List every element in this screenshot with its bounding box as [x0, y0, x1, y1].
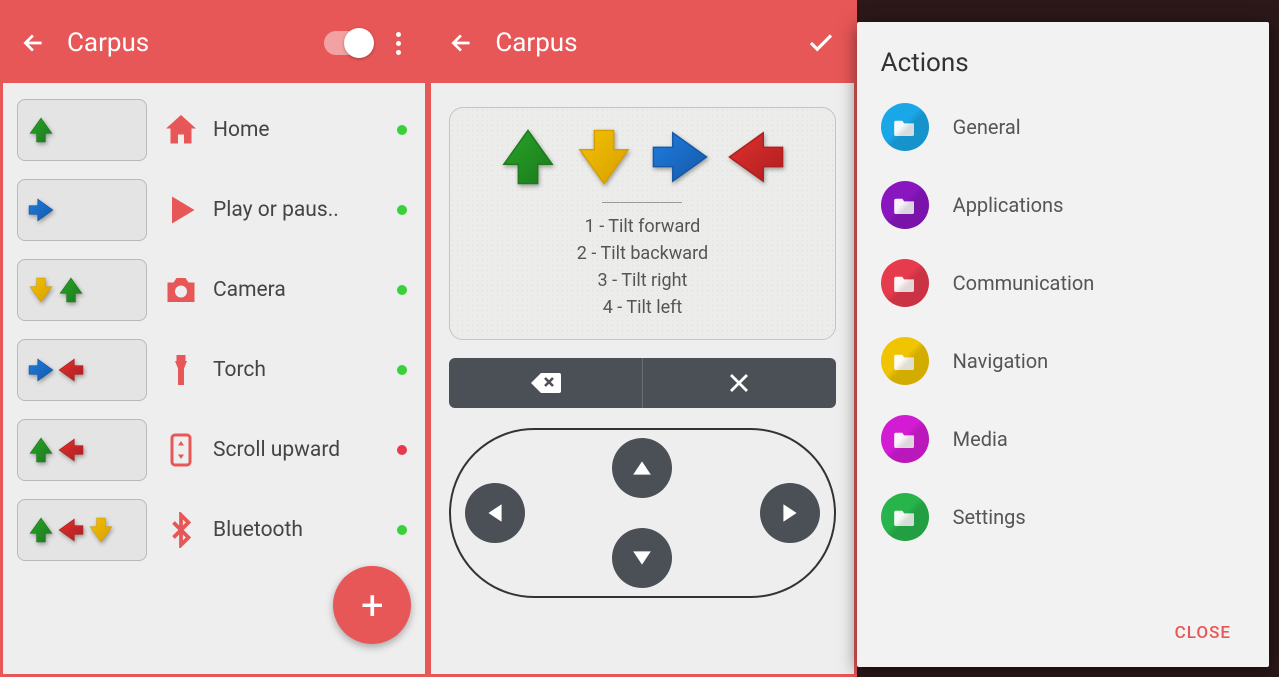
- arrow-green-up-icon: [28, 437, 54, 463]
- dpad-up[interactable]: [612, 438, 672, 498]
- arrow-blue-right-icon: [28, 357, 54, 383]
- preview-arrows: [499, 128, 785, 186]
- arrow-red-left-icon: [58, 437, 84, 463]
- category-label: Navigation: [953, 349, 1049, 373]
- status-dot: [397, 525, 407, 535]
- folder-icon: [881, 415, 929, 463]
- action-label: Home: [213, 118, 397, 142]
- arrow-yellow-down-icon: [88, 517, 114, 543]
- arrow-green-up-icon: [28, 517, 54, 543]
- category-label: Applications: [953, 193, 1064, 217]
- divider: [602, 202, 682, 203]
- bluetooth-icon: [157, 512, 205, 548]
- status-dot: [397, 445, 407, 455]
- category-label: Media: [953, 427, 1008, 451]
- edit-bar: [449, 358, 835, 408]
- recorder-body: 1 - Tilt forward2 - Tilt backward3 - Til…: [431, 83, 853, 674]
- gesture-row[interactable]: Torch: [17, 337, 411, 403]
- folder-icon: [881, 181, 929, 229]
- dpad-down[interactable]: [612, 528, 672, 588]
- arrow-red-left-icon: [58, 357, 84, 383]
- scroll-icon: [157, 432, 205, 468]
- clear-button[interactable]: [643, 358, 836, 408]
- gesture-row[interactable]: Scroll upward: [17, 417, 411, 483]
- status-dot: [397, 205, 407, 215]
- dpad: [449, 428, 835, 598]
- category-settings[interactable]: Settings: [881, 478, 1245, 556]
- confirm-icon[interactable]: [806, 28, 836, 58]
- gesture-box: [17, 419, 147, 481]
- gesture-box: [17, 99, 147, 161]
- gesture-box: [17, 339, 147, 401]
- category-label: Communication: [953, 271, 1095, 295]
- actions-dialog: Actions General Applications Communication…: [857, 22, 1269, 667]
- action-label: Play or paus..: [213, 198, 397, 222]
- gesture-row[interactable]: Bluetooth: [17, 497, 411, 563]
- play-icon: [157, 192, 205, 228]
- categories-list: General Applications Communication Navigati…: [881, 88, 1245, 556]
- gesture-box: [17, 179, 147, 241]
- category-media[interactable]: Media: [881, 400, 1245, 478]
- tilt-instructions: 1 - Tilt forward2 - Tilt backward3 - Til…: [577, 213, 708, 321]
- back-icon[interactable]: [21, 30, 47, 56]
- appbar-1: Carpus: [3, 3, 425, 83]
- backspace-button[interactable]: [449, 358, 643, 408]
- close-button[interactable]: CLOSE: [1161, 613, 1245, 653]
- gesture-row[interactable]: Home: [17, 97, 411, 163]
- dpad-right[interactable]: [760, 483, 820, 543]
- status-dot: [397, 125, 407, 135]
- gesture-box: [17, 499, 147, 561]
- category-general[interactable]: General: [881, 88, 1245, 166]
- folder-icon: [881, 103, 929, 151]
- arrow-red-left-icon: [58, 517, 84, 543]
- back-icon[interactable]: [449, 30, 475, 56]
- arrow-up-icon: [499, 128, 557, 186]
- arrow-green-up-icon: [58, 277, 84, 303]
- action-label: Camera: [213, 278, 397, 302]
- category-label: General: [953, 115, 1021, 139]
- camera-icon: [157, 272, 205, 308]
- category-navigation[interactable]: Navigation: [881, 322, 1245, 400]
- status-dot: [397, 285, 407, 295]
- torch-icon: [157, 352, 205, 388]
- folder-icon: [881, 493, 929, 541]
- arrow-left-icon: [727, 128, 785, 186]
- gesture-row[interactable]: Play or paus..: [17, 177, 411, 243]
- overflow-menu-icon[interactable]: [390, 26, 407, 61]
- master-toggle[interactable]: [324, 31, 372, 55]
- app-title-2: Carpus: [495, 28, 805, 58]
- dpad-left[interactable]: [465, 483, 525, 543]
- home-icon: [157, 112, 205, 148]
- panel-list: Carpus Home Play or paus.. Camera Torch Scro…: [0, 0, 428, 677]
- appbar-2: Carpus: [431, 3, 853, 83]
- arrow-down-icon: [575, 128, 633, 186]
- instruction-card: 1 - Tilt forward2 - Tilt backward3 - Til…: [449, 107, 835, 340]
- panel-actions: Actions General Applications Communication…: [857, 0, 1279, 677]
- gesture-box: [17, 259, 147, 321]
- arrow-yellow-down-icon: [28, 277, 54, 303]
- dialog-title: Actions: [881, 48, 1245, 78]
- fab-add[interactable]: +: [333, 566, 411, 644]
- status-dot: [397, 365, 407, 375]
- folder-icon: [881, 337, 929, 385]
- arrow-right-icon: [651, 128, 709, 186]
- category-applications[interactable]: Applications: [881, 166, 1245, 244]
- arrow-green-up-icon: [28, 117, 54, 143]
- category-communication[interactable]: Communication: [881, 244, 1245, 322]
- action-label: Scroll upward: [213, 438, 397, 462]
- category-label: Settings: [953, 505, 1026, 529]
- action-label: Bluetooth: [213, 518, 397, 542]
- panel-recorder: Carpus 1 - Tilt forward2 - Tilt backward…: [428, 0, 856, 677]
- arrow-blue-right-icon: [28, 197, 54, 223]
- action-label: Torch: [213, 358, 397, 382]
- app-title-1: Carpus: [67, 28, 324, 58]
- gesture-row[interactable]: Camera: [17, 257, 411, 323]
- folder-icon: [881, 259, 929, 307]
